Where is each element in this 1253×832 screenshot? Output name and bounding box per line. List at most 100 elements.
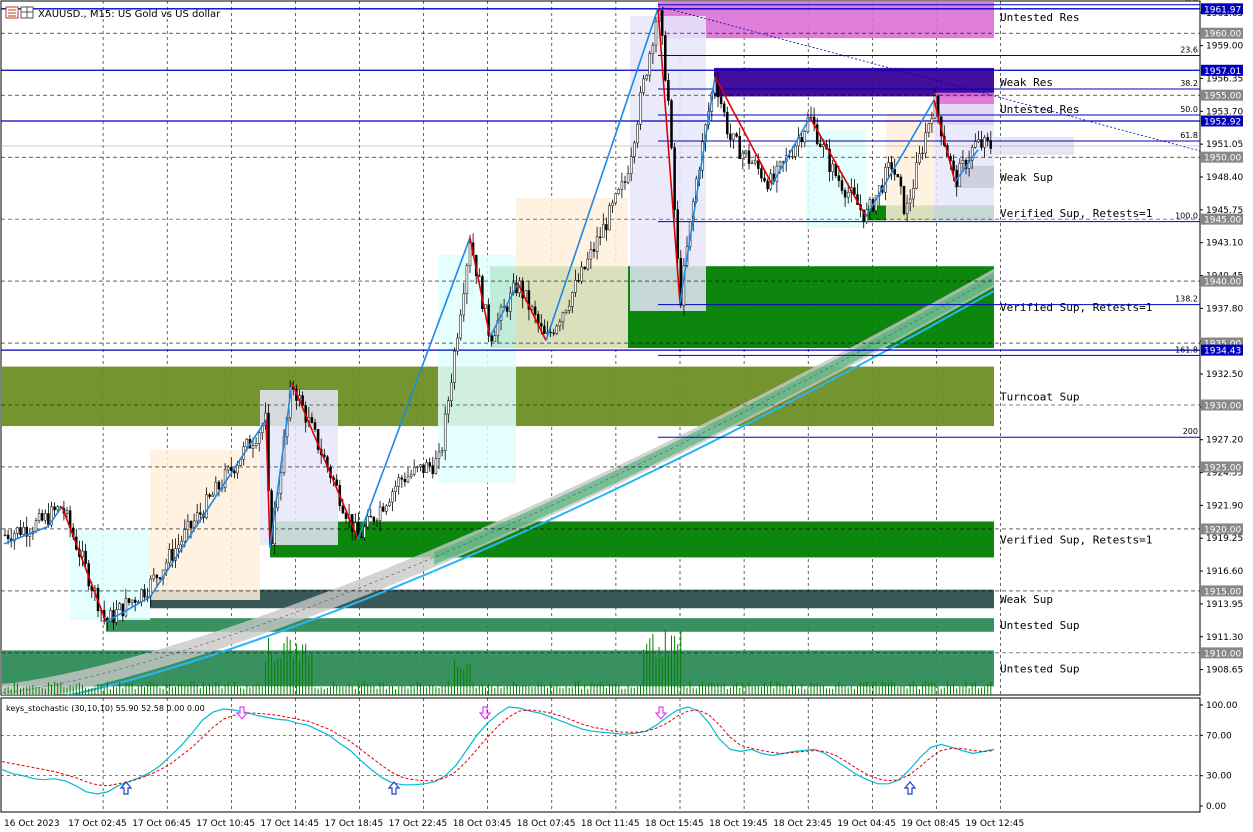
candle-body [726, 111, 729, 135]
candle-body [887, 162, 890, 168]
stoch-signal-line [1, 709, 995, 787]
candle-body [143, 589, 146, 598]
candle-body [22, 526, 25, 535]
candle-body [558, 321, 562, 327]
candle-body [189, 520, 193, 528]
fib-label: 100.0 [1175, 212, 1198, 221]
candle-body [47, 513, 50, 526]
candle-body [245, 438, 249, 448]
arrow-down-icon [478, 706, 492, 720]
candle-body [434, 458, 438, 474]
candle-body [205, 494, 208, 518]
candle-body [567, 306, 571, 311]
candle-body [602, 224, 605, 238]
candle-body [735, 133, 738, 137]
candle-body [729, 133, 732, 140]
candle-body [164, 562, 168, 571]
swing-box [630, 16, 706, 311]
candle-body [211, 494, 214, 497]
candle-body [133, 599, 137, 603]
candle-body [617, 189, 621, 194]
time-tick-label: 18 Oct 15:45 [645, 819, 704, 829]
candle-body [81, 550, 84, 558]
candle-body [372, 516, 376, 522]
candle-body [183, 529, 187, 542]
candle-body [186, 520, 190, 530]
candle-body [465, 265, 469, 294]
candle-body [363, 526, 366, 538]
price-tick-label: 1959.00 [1206, 42, 1243, 52]
candle-body [459, 314, 462, 339]
candle-body [791, 156, 794, 158]
candle-body [831, 163, 834, 173]
candle-body [620, 181, 624, 190]
price-label-text: 1957.01 [1204, 67, 1241, 77]
candle-body [65, 510, 69, 514]
swing-box [806, 130, 866, 228]
fib-label: 138.2 [1175, 295, 1198, 304]
zone-rect [150, 589, 994, 609]
candle-body [890, 162, 893, 170]
candle-body [629, 156, 633, 174]
candle-body [313, 422, 317, 430]
stoch-tick-label: 70.00 [1206, 731, 1232, 741]
price-label-text: 1910.00 [1204, 649, 1241, 659]
candle-body [428, 462, 431, 466]
candle-body [223, 469, 227, 488]
candle-body [977, 139, 980, 142]
candle-body [437, 451, 441, 459]
time-tick-label: 18 Oct 03:45 [453, 819, 512, 829]
candle-body [127, 598, 131, 603]
time-tick-label: 17 Oct 22:45 [389, 819, 448, 829]
price-tick-label: 1911.30 [1206, 633, 1243, 643]
candle-body [412, 466, 416, 475]
candle-body [230, 466, 233, 472]
candle-body [927, 123, 931, 133]
candle-body [924, 132, 927, 154]
time-axis: 16 Oct 2023 17 Oct 02:45 17 Oct 06:45 17 Oc… [4, 819, 1024, 829]
candle-body [456, 337, 459, 352]
candle-body [763, 177, 766, 182]
swing-box [70, 530, 150, 620]
candle-body [310, 417, 314, 423]
time-tick-label: 18 Oct 23:45 [773, 819, 832, 829]
price-tick-label: 1919.25 [1206, 534, 1243, 544]
candle-body [394, 486, 397, 492]
price-tick-label: 1921.90 [1206, 501, 1243, 511]
price-label-text: 1955.00 [1204, 92, 1241, 102]
price-label-text: 1945.00 [1204, 216, 1241, 226]
fib-label: 0.0 [1185, 0, 1198, 4]
candle-body [760, 168, 763, 179]
candle-body [257, 432, 261, 444]
candle-body [425, 462, 428, 473]
candle-body [608, 205, 611, 231]
candle-body [555, 325, 559, 334]
candle-body [757, 160, 760, 169]
candle-body [800, 137, 803, 143]
candle-body [639, 92, 642, 125]
price-label-text: 1920.00 [1204, 525, 1241, 535]
zone-label: Verified Sup, Retests=1 [1000, 207, 1152, 220]
fib-labels: 0.0 23.6 38.2 50.0 61.8 100.0 138.2 161.8 200 [1175, 0, 1198, 436]
candle-body [747, 150, 751, 164]
stoch-tick-label: 100.00 [1206, 701, 1238, 711]
candle-body [902, 185, 906, 214]
candle-body [589, 249, 593, 260]
candle-body [614, 193, 617, 204]
candle-body [673, 147, 676, 210]
candle-body [753, 160, 757, 164]
candle-body [34, 520, 38, 532]
candle-body [766, 180, 769, 190]
fib-label: 161.8 [1175, 345, 1198, 354]
chart-canvas: Untested Res Weak Res Untested Res Weak Sup… [0, 0, 1243, 829]
swing-box [516, 198, 628, 350]
time-tick-label: 19 Oct 08:45 [901, 819, 960, 829]
candle-body [989, 140, 993, 149]
candle-body [552, 332, 555, 334]
stoch-main-line [1, 706, 995, 795]
time-tick-label: 17 Oct 14:45 [260, 819, 319, 829]
price-tick-label: 1951.05 [1206, 140, 1243, 150]
price-tick-label: 1948.40 [1206, 173, 1243, 183]
price-tick-label: 1927.20 [1206, 436, 1243, 446]
candle-body [645, 75, 648, 80]
